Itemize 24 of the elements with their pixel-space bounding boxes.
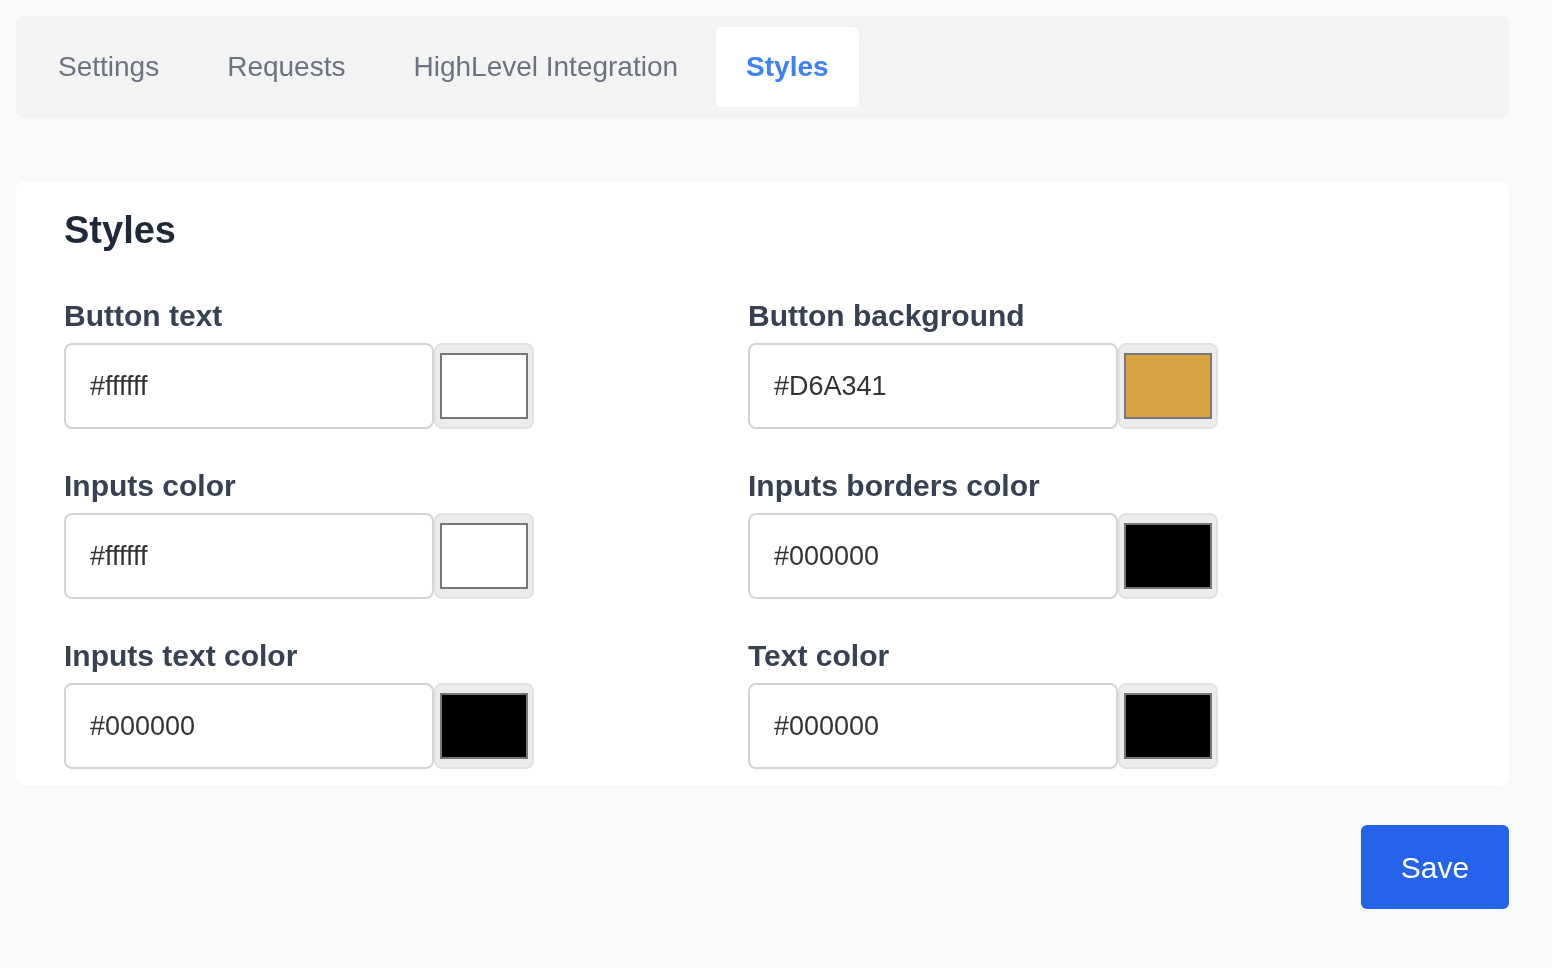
section-title: Styles: [64, 208, 177, 253]
color-input[interactable]: #D6A341: [748, 343, 1118, 429]
color-input[interactable]: #ffffff: [64, 343, 434, 429]
color-picker[interactable]: [434, 343, 534, 429]
color-picker[interactable]: [1118, 683, 1218, 769]
field-label: Inputs borders color: [748, 471, 1041, 501]
color-picker[interactable]: [434, 513, 534, 599]
field-label: Button text: [64, 301, 224, 331]
color-input[interactable]: #000000: [64, 683, 434, 769]
color-input[interactable]: #000000: [748, 683, 1118, 769]
field-label: Button background: [748, 301, 1026, 331]
color-input[interactable]: #ffffff: [64, 513, 434, 599]
tab[interactable]: Requests: [197, 27, 376, 107]
color-picker[interactable]: [434, 683, 534, 769]
field-label: Inputs color: [64, 471, 237, 501]
field-label: Inputs text color: [64, 641, 299, 671]
tab[interactable]: Styles: [716, 27, 859, 107]
color-input[interactable]: #000000: [748, 513, 1118, 599]
tab[interactable]: Settings: [28, 27, 190, 107]
save-button[interactable]: Save: [1361, 825, 1509, 909]
color-picker[interactable]: [1118, 513, 1218, 599]
field-label: Text color: [748, 641, 891, 671]
color-picker[interactable]: [1118, 343, 1218, 429]
tab[interactable]: HighLevel Integration: [383, 27, 709, 107]
